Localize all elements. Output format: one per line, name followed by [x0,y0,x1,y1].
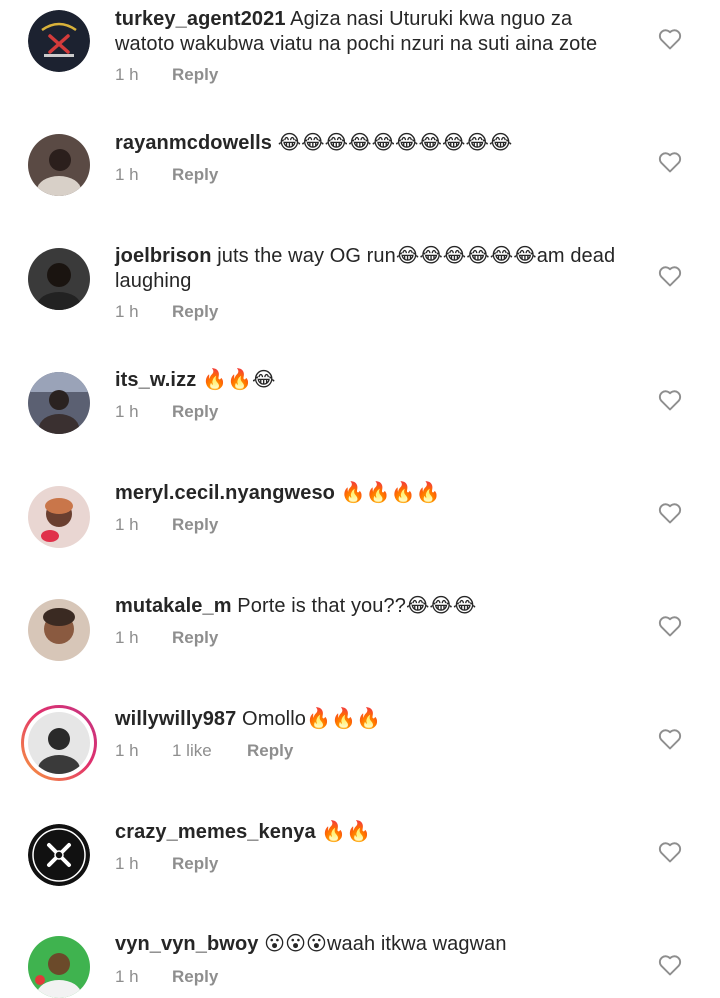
profile-photo-icon [28,712,90,774]
story-ring[interactable] [21,705,97,781]
comment-username[interactable]: its_w.izz [115,369,196,391]
comment-username[interactable]: willywilly987 [115,708,236,730]
comment-time: 1 h [115,967,139,986]
profile-photo-icon [28,248,90,310]
comment-time: 1 h [115,515,139,534]
avatar[interactable] [28,372,90,434]
profile-photo-icon [28,134,90,196]
comment-time: 1 h [115,165,139,184]
comment-username[interactable]: meryl.cecil.nyangweso [115,482,335,504]
comment-text: 🔥🔥 [315,821,372,843]
avatar[interactable] [28,248,90,310]
comment-username[interactable]: mutakale_m [115,595,232,617]
comment-time: 1 h [115,628,139,647]
comment-time: 1 h [115,741,139,760]
comment-username[interactable]: joelbrison [115,245,212,267]
avatar[interactable] [28,134,90,196]
reply-button[interactable]: Reply [172,515,218,535]
comment-username[interactable]: vyn_vyn_bwoy [115,933,259,955]
comment-text: Porte is that you??😂😂😂 [231,595,477,617]
comment-text: 🔥🔥🔥🔥 [334,482,441,504]
like-heart-icon[interactable] [658,502,682,524]
comment-text: Omollo🔥🔥🔥 [236,708,381,730]
comment-time: 1 h [115,402,139,421]
like-count[interactable]: 1 like [172,741,247,761]
profile-photo-icon [28,486,90,548]
comment-username[interactable]: turkey_agent2021 [115,8,286,30]
reply-button[interactable]: Reply [172,628,218,648]
like-heart-icon[interactable] [658,389,682,411]
profile-photo-icon [28,372,90,434]
reply-button[interactable]: Reply [172,402,218,422]
emblem-avatar-icon [28,824,90,886]
reply-button[interactable]: Reply [172,302,218,322]
reply-button[interactable]: Reply [172,165,218,185]
reply-button[interactable]: Reply [172,65,218,85]
like-heart-icon[interactable] [658,728,682,750]
profile-photo-icon [28,936,90,998]
avatar[interactable] [28,599,90,661]
avatar[interactable] [28,486,90,548]
comment-text: 😮😮😮waah itkwa wagwan [258,933,507,955]
comment-text: 🔥🔥😂 [196,369,276,391]
reply-button[interactable]: Reply [247,741,293,761]
reply-button[interactable]: Reply [172,967,218,987]
like-heart-icon[interactable] [658,841,682,863]
reply-button[interactable]: Reply [172,854,218,874]
like-heart-icon[interactable] [658,28,682,50]
like-heart-icon[interactable] [658,265,682,287]
comment-time: 1 h [115,65,139,84]
profile-photo-icon [28,599,90,661]
avatar[interactable] [28,10,90,72]
avatar[interactable] [28,824,90,886]
comment-time: 1 h [115,854,139,873]
like-heart-icon[interactable] [658,615,682,637]
avatar[interactable] [28,936,90,998]
avatar[interactable] [28,712,90,774]
comment-username[interactable]: crazy_memes_kenya [115,821,316,843]
comment-username[interactable]: rayanmcdowells [115,132,272,154]
comment-text: 😂😂😂😂😂😂😂😂😂😂 [272,132,513,154]
like-heart-icon[interactable] [658,954,682,976]
comment-time: 1 h [115,302,139,321]
emblem-avatar-icon [28,10,90,72]
like-heart-icon[interactable] [658,151,682,173]
